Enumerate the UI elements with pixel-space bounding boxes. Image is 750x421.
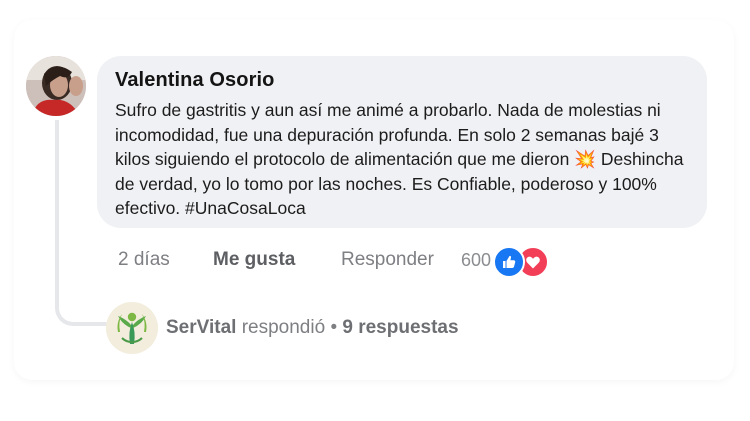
like-button[interactable]: Me gusta (213, 249, 341, 271)
comment-author-name[interactable]: Valentina Osorio (115, 69, 689, 92)
profile-photo-icon (26, 56, 86, 116)
reaction-count[interactable]: 600 (461, 250, 491, 271)
reply-author-name[interactable]: SerVital (166, 317, 236, 338)
avatar[interactable] (26, 56, 86, 116)
reply-count[interactable]: 9 respuestas (342, 317, 458, 338)
replies-link[interactable]: SerVital respondió • 9 respuestas (166, 317, 459, 339)
comment-timestamp[interactable]: 2 días (118, 249, 213, 271)
servital-logo-icon (106, 302, 158, 354)
reply-separator: • (330, 317, 338, 338)
comment-actions: 2 días Me gusta Responder 600 (118, 244, 551, 278)
comment-bubble: Valentina Osorio Sufro de gastritis y au… (97, 56, 707, 228)
comment-text: Sufro de gastritis y aun así me animé a … (115, 100, 684, 218)
reply-action-text: respondió (241, 317, 326, 338)
servital-avatar[interactable] (106, 302, 158, 354)
reactions-summary[interactable] (493, 244, 551, 278)
reply-button[interactable]: Responder (341, 249, 461, 271)
replies-summary[interactable]: SerVital respondió • 9 respuestas (106, 302, 459, 354)
like-icon (493, 246, 526, 278)
